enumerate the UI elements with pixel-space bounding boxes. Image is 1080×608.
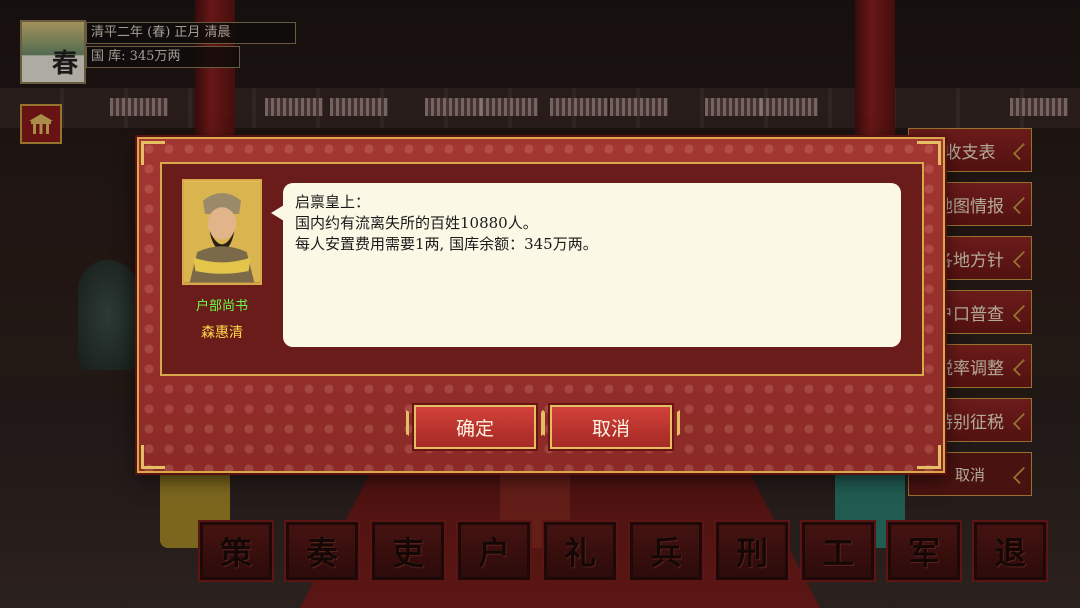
minister-title: 户部尚书 [195, 299, 248, 314]
report-panel: 户部尚书 森惠清 启禀皇上： 国内约有流离失所的百姓10880人。 每人安置费用… [160, 162, 924, 376]
minister-portrait-image [184, 181, 260, 283]
report-dialog: 户部尚书 森惠清 启禀皇上： 国内约有流离失所的百姓10880人。 每人安置费用… [137, 137, 945, 473]
message-line: 启禀皇上： [295, 193, 371, 211]
minister-portrait [182, 179, 262, 285]
minister-name: 森惠清 [201, 325, 243, 341]
speech-bubble: 启禀皇上： 国内约有流离失所的百姓10880人。 每人安置费用需要1两, 国库余… [271, 183, 901, 347]
message-line: 国内约有流离失所的百姓10880人。 [295, 214, 538, 232]
ornament-corner [141, 445, 165, 469]
message-line: 每人安置费用需要1两, 国库余额：345万两。 [295, 235, 598, 253]
confirm-button[interactable]: 确定 [414, 405, 536, 449]
cancel-button[interactable]: 取消 [550, 405, 672, 449]
ornament-corner [917, 445, 941, 469]
